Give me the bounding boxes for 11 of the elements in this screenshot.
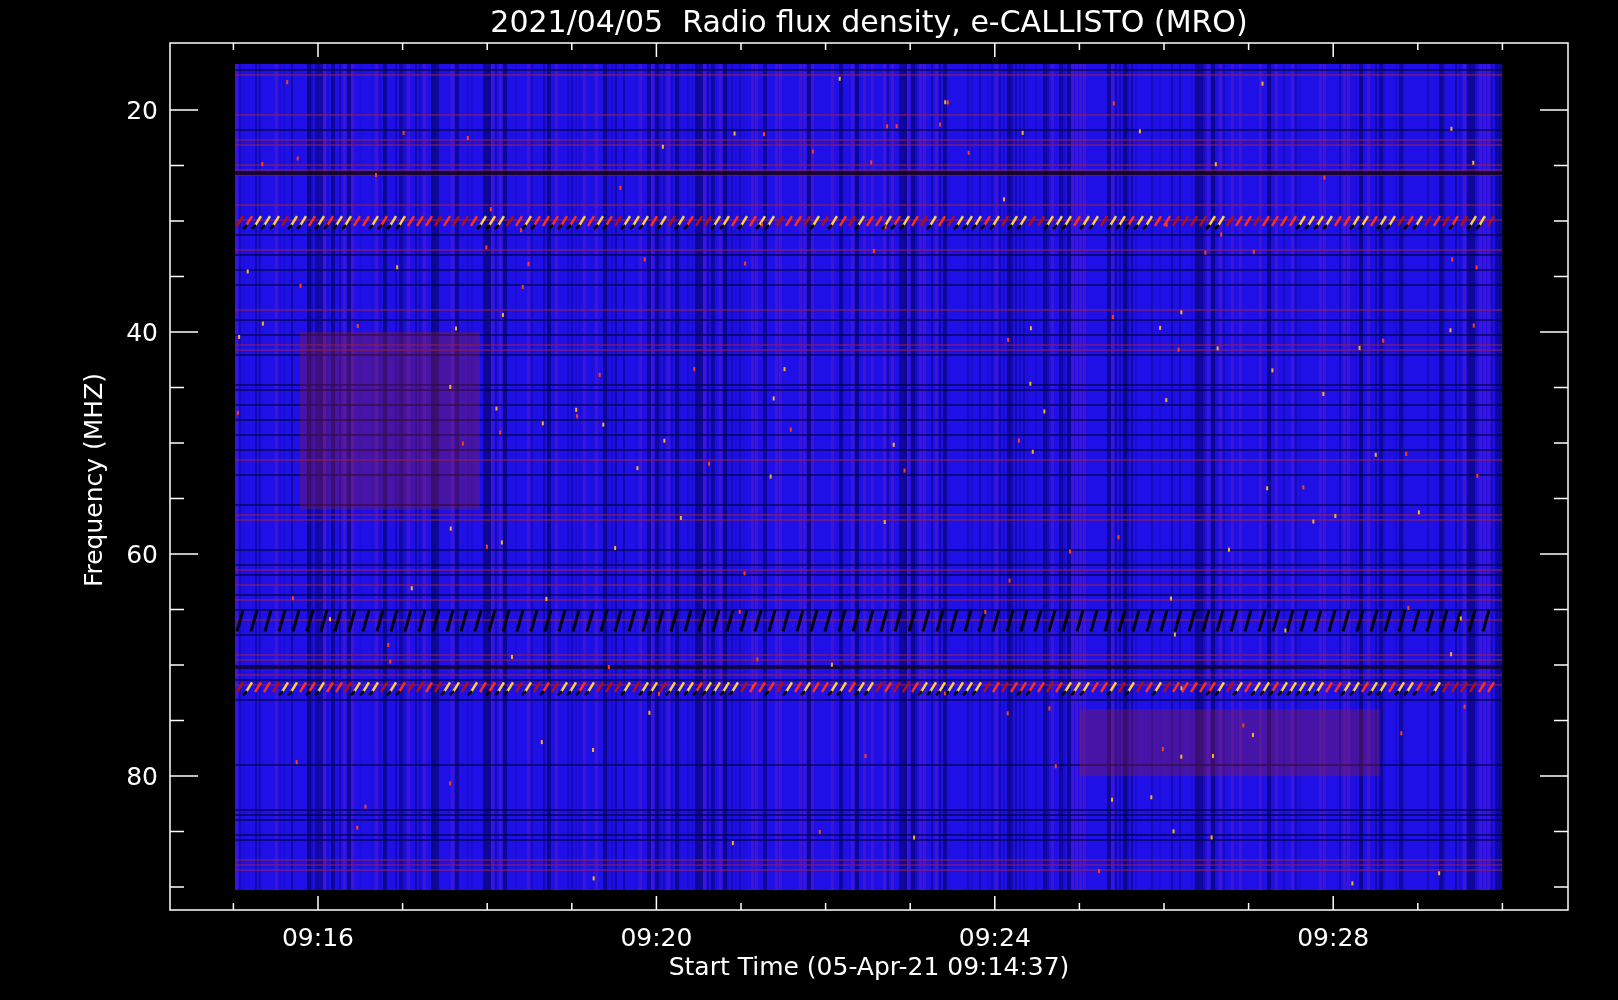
y-axis-label: Frequency (MHZ) (79, 372, 108, 588)
x-tick-label: 09:20 (620, 923, 693, 952)
y-tick-label: 40 (126, 318, 158, 347)
chart-title: 2021/04/05 Radio flux density, e-CALLISTO (MRO) (490, 4, 1248, 39)
x-axis-label: Start Time (05-Apr-21 09:14:37) (668, 952, 1070, 981)
x-tick-label: 09:28 (1297, 923, 1370, 952)
x-tick-label: 09:16 (282, 923, 354, 952)
y-tick-label: 20 (126, 96, 158, 125)
y-tick-label: 80 (126, 762, 158, 791)
x-tick-label: 09:24 (958, 923, 1031, 952)
y-tick-label: 60 (126, 540, 158, 569)
